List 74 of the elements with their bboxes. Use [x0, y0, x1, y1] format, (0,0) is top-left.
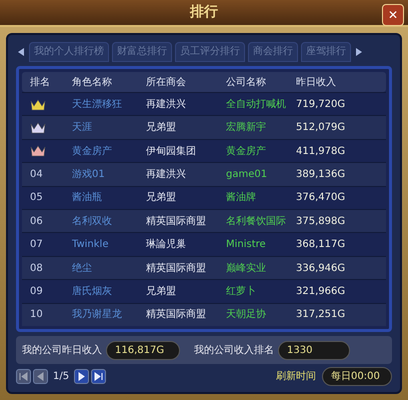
guild-name: 琳論児巢 [146, 238, 187, 252]
player-name: 酱油瓶 [72, 190, 103, 206]
tab[interactable]: 我的个人排行榜 [29, 42, 109, 62]
rank-number: 08 [30, 262, 44, 276]
guild-name: 再建洪兴 [146, 168, 187, 182]
income-value: 375,898G [296, 214, 346, 229]
rank-number: 06 [30, 214, 44, 229]
refresh-time-field: 每日00:00 [322, 366, 392, 386]
company-name: 黄金房产 [226, 144, 267, 159]
player-name: 天涯 [72, 121, 93, 136]
income-value: 719,720G [296, 98, 346, 112]
rank-number: 05 [30, 191, 44, 206]
column-header: 公司名称 [226, 76, 267, 90]
tab[interactable]: 员工评分排行 [175, 42, 245, 62]
income-value: 321,966G [296, 284, 346, 299]
company-name: 全自动打喊机 [226, 98, 287, 112]
guild-name: 精英国际商盟 [146, 262, 207, 276]
rank-number: 09 [30, 284, 44, 299]
tab[interactable]: 财富总排行 [112, 42, 172, 62]
guild-name: 兄弟盟 [146, 284, 177, 299]
page-indicator: 1/5 [53, 370, 70, 384]
guild-name: 伊甸园集团 [146, 144, 197, 159]
income-value: 317,251G [296, 308, 346, 322]
guild-name: 精英国际商盟 [146, 214, 207, 229]
rank-number: 04 [30, 168, 44, 182]
company-name: 巅峰实业 [226, 262, 267, 276]
last-page-button[interactable] [91, 368, 106, 384]
company-name: 酱油牌 [226, 190, 257, 206]
player-name: 绝尘 [72, 262, 93, 276]
summary-label: 我的公司收入排名 [194, 344, 274, 358]
income-value: 512,079G [296, 121, 346, 136]
column-header: 角色名称 [72, 76, 113, 90]
summary-value-field: 116,817G [106, 340, 180, 360]
caret-right-icon [77, 372, 86, 380]
income-value: 336,946G [296, 262, 346, 276]
player-name: 黄金房产 [72, 144, 113, 159]
income-value: 389,136G [296, 168, 346, 182]
next-page-button[interactable] [74, 368, 90, 384]
skip-start-icon [19, 372, 28, 380]
summary-value-field: 1330 [278, 340, 350, 360]
column-header: 排名 [30, 76, 51, 90]
guild-name: 再建洪兴 [146, 98, 187, 112]
company-name: game01 [226, 168, 268, 182]
summary-label: 我的公司昨日收入 [22, 344, 102, 358]
close-button[interactable]: ✕ [382, 4, 404, 26]
player-name: 游戏01 [72, 168, 106, 182]
guild-name: 精英国际商盟 [146, 308, 207, 322]
guild-name: 兄弟盟 [146, 191, 177, 206]
column-header: 所在商会 [146, 76, 187, 90]
caret-right-icon [356, 48, 362, 56]
player-name: Twinkle [72, 238, 110, 252]
rank-number: 07 [30, 238, 44, 252]
company-name: 宏腾新宇 [226, 120, 267, 136]
company-name: 天朝足协 [226, 308, 267, 322]
caret-left-icon [18, 48, 24, 56]
rank-number: 10 [30, 308, 44, 322]
company-name: 名利餐饮国际 [226, 214, 287, 229]
income-value: 411,978G [296, 144, 346, 159]
income-value: 368,117G [296, 238, 346, 252]
caret-left-icon [36, 372, 45, 380]
tab[interactable]: 商会排行 [248, 42, 298, 62]
tab[interactable]: 座驾排行 [301, 42, 351, 62]
window-title: 排行 [190, 3, 218, 22]
income-value: 376,470G [296, 191, 346, 206]
player-name: 名利双收 [72, 214, 113, 229]
skip-end-icon [94, 372, 104, 380]
company-name: 红萝卜 [226, 284, 257, 299]
player-name: 唐氏烟灰 [72, 284, 113, 299]
player-name: 我乃谢星龙 [72, 308, 123, 322]
player-name: 天生漂移狂 [72, 98, 123, 112]
column-header: 昨日收入 [296, 76, 337, 90]
company-name: Ministre [226, 238, 267, 252]
guild-name: 兄弟盟 [146, 121, 177, 136]
refresh-label: 刷新时间 [276, 370, 316, 384]
